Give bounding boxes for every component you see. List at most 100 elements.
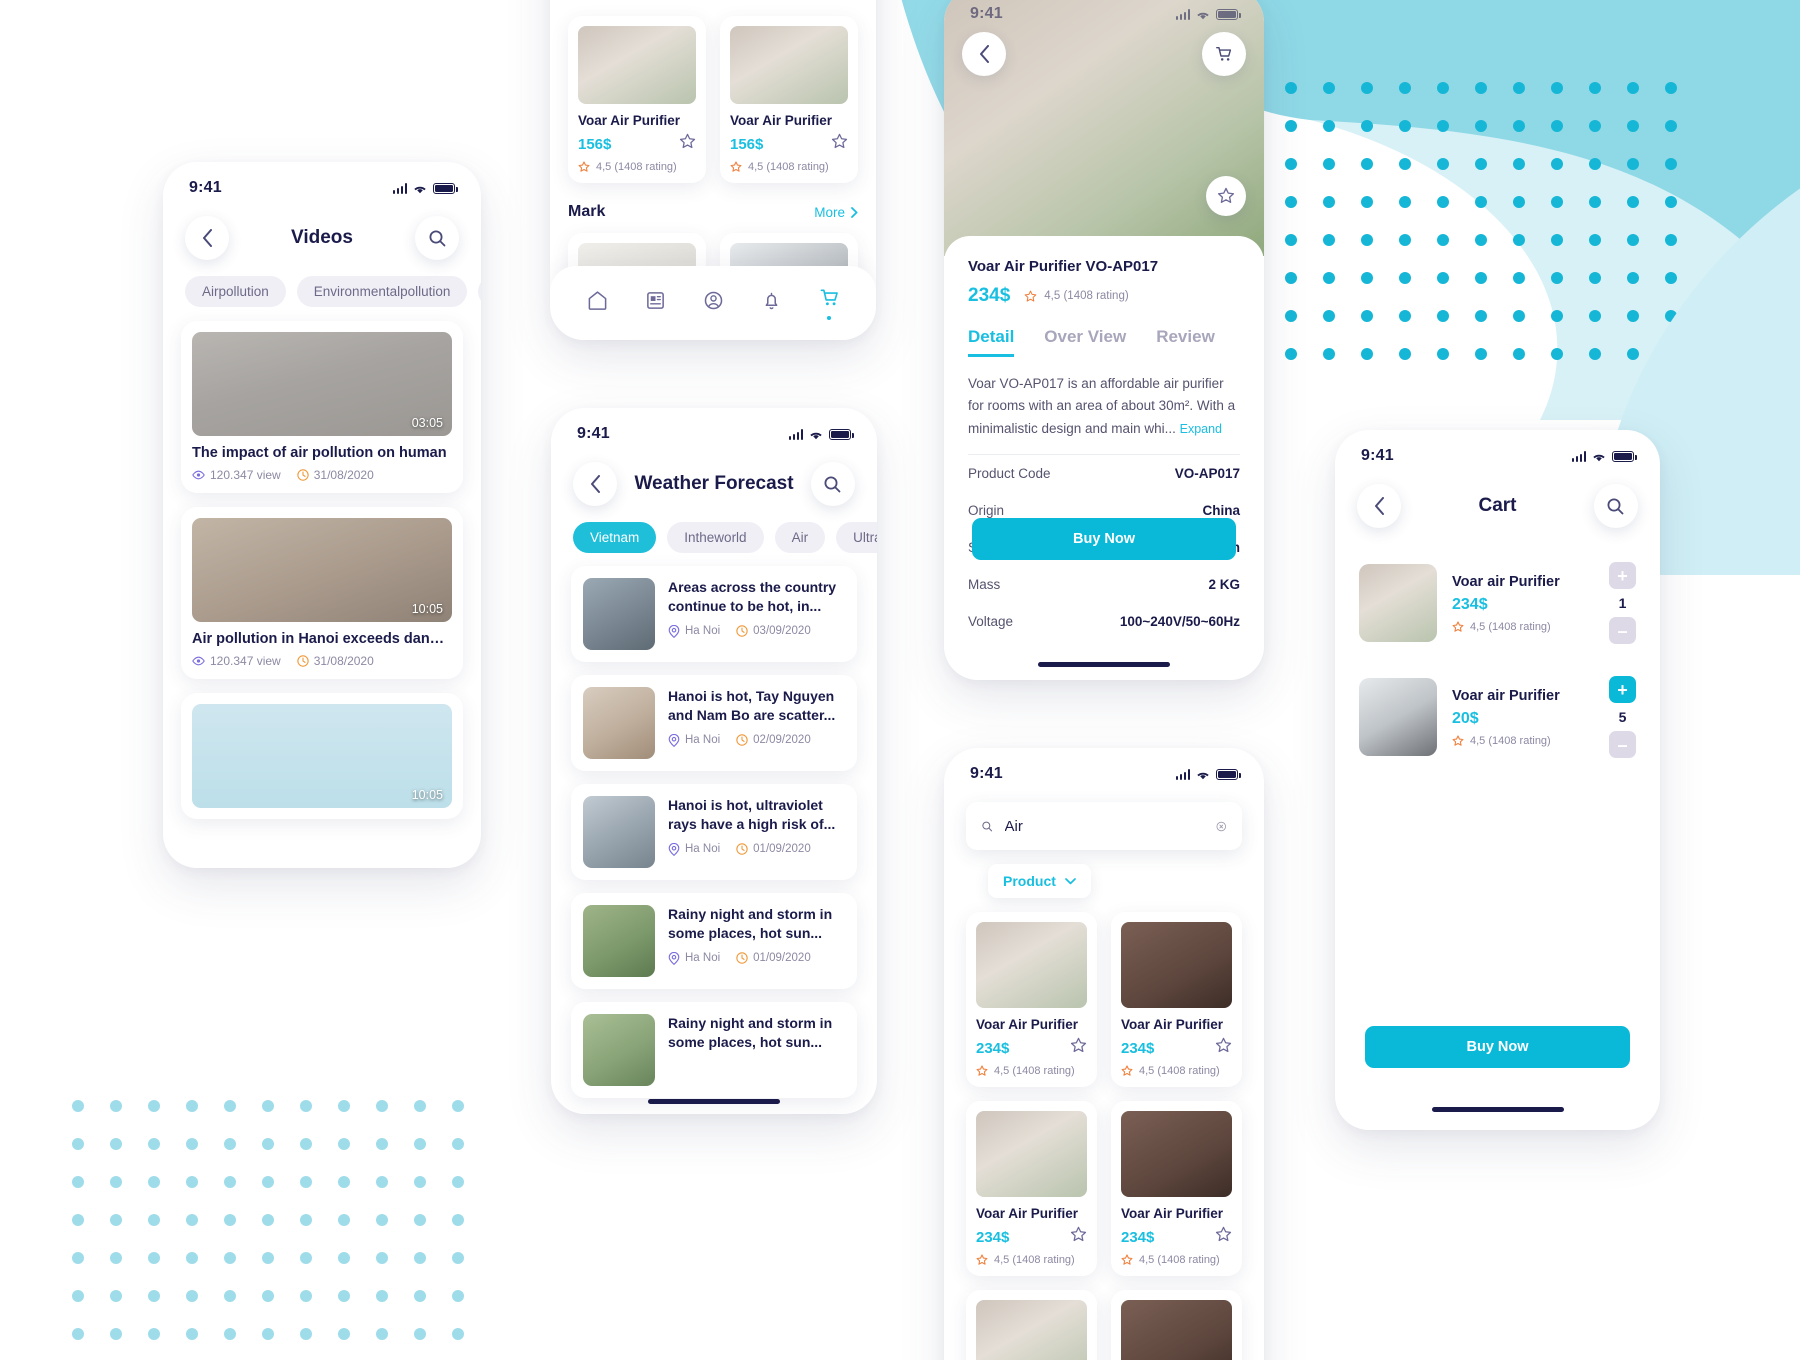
product-filter-dropdown[interactable]: Product [988,864,1091,898]
view-count: 120.347 view [192,654,281,668]
video-meta: 120.347 view 31/08/2020 [192,654,452,668]
more-link[interactable]: More [814,205,858,220]
news-card[interactable]: Rainy night and storm in some places, ho… [571,1002,857,1098]
chip-vietnam[interactable]: Vietnam [573,522,657,553]
video-card[interactable]: 10:05 Air pollution in Hanoi exceeds dan… [181,507,463,679]
decrease-quantity-button[interactable]: – [1609,617,1636,644]
cart-item-row: Voar air Purifier 20$ 4,5 (1408 rating) … [1335,660,1660,774]
tab-over-view[interactable]: Over View [1044,327,1126,357]
decor-dot [72,1252,84,1264]
search-bar[interactable] [966,802,1242,850]
news-card[interactable]: Rainy night and storm in some places, ho… [571,893,857,989]
favorite-icon[interactable] [1215,1037,1232,1059]
cart-button[interactable] [1202,32,1246,76]
favorite-button[interactable] [1206,176,1246,216]
spec-key: Product Code [968,465,1051,481]
decor-dot [148,1176,160,1188]
phone-videos-screen: 9:41 Videos Airpollution Environmentalpol… [163,162,481,868]
product-card[interactable]: Voar Air Purifier 234$ 4,5 (1408 rating) [966,1101,1097,1276]
product-card[interactable] [1111,1290,1242,1360]
favorite-icon[interactable] [1215,1226,1232,1248]
product-rating: 4,5 (1408 rating) [1024,290,1129,303]
favorite-icon[interactable] [679,133,696,155]
back-button[interactable] [185,216,229,260]
product-card[interactable] [966,1290,1097,1360]
news-date: 02/09/2020 [736,734,811,746]
expand-link[interactable]: Expand [1180,422,1222,436]
search-input[interactable] [1004,817,1204,835]
decor-dot [1475,272,1487,284]
phone-search-screen: 9:41 Product Voar Air Purifier [944,748,1264,1360]
star-outline-icon [976,1254,988,1265]
product-card[interactable]: Voar Air Purifier 234$ 4,5 (1408 rating) [966,912,1097,1087]
tab-home[interactable] [587,290,608,316]
favorite-icon[interactable] [831,133,848,155]
news-thumbnail [583,578,655,650]
decor-dot [1323,234,1335,246]
search-button[interactable] [1593,484,1638,528]
location-pin-icon [668,733,680,747]
star-outline-icon [1452,620,1464,632]
decrease-quantity-button[interactable]: – [1609,731,1636,758]
chip-air[interactable]: Air [774,522,826,553]
chip-h[interactable]: H [478,276,481,307]
status-icons [1175,8,1241,20]
decor-dot [1437,234,1449,246]
news-card[interactable]: Hanoi is hot, Tay Nguyen and Nam Bo are … [571,675,857,771]
increase-quantity-button[interactable]: + [1609,562,1636,589]
decor-dot [1551,234,1563,246]
product-card[interactable]: Voar Air Purifier 234$ 4,5 (1408 rating) [1111,1101,1242,1276]
back-button[interactable] [573,462,617,506]
decor-dot [376,1252,388,1264]
decor-dot [1323,82,1335,94]
video-card[interactable]: 03:05 The impact of air pollution on hum… [181,321,463,493]
back-button[interactable] [962,32,1006,76]
product-card[interactable]: Voar Air Purifier 234$ 4,5 (1408 rating) [1111,912,1242,1087]
video-card[interactable]: 10:05 [181,693,463,819]
close-circle-icon[interactable] [1216,818,1227,835]
decor-dot [1589,120,1601,132]
bottom-tab-bar[interactable] [550,266,876,340]
decor-dot [414,1328,426,1340]
increase-quantity-button[interactable]: + [1609,676,1636,703]
product-thumbnail [730,26,848,104]
decor-dot [186,1252,198,1264]
battery-icon [1612,450,1637,462]
chip-environmentalpollution[interactable]: Environmentalpollution [296,276,468,307]
tab-bell[interactable] [761,290,782,316]
decor-dot [376,1138,388,1150]
chip-intheworld[interactable]: Intheworld [667,522,764,553]
product-card[interactable]: Voar Air Purifier 156$ 4,5 (1408 rating) [568,16,706,183]
news-card[interactable]: Hanoi is hot, ultraviolet rays have a hi… [571,784,857,880]
decor-dot [186,1100,198,1112]
status-time: 9:41 [970,765,1003,782]
detail-tab-row[interactable]: Detail Over View Review [968,327,1240,357]
decor-dot [110,1176,122,1188]
search-button[interactable] [810,462,855,506]
decor-dot [1437,196,1449,208]
tab-profile[interactable] [703,290,724,316]
weather-chip-row[interactable]: Vietnam Intheworld Air Ultraviolet [551,516,877,553]
decor-dot [1285,272,1297,284]
tab-review[interactable]: Review [1156,327,1215,357]
cart-buy-now-button[interactable]: Buy Now [1365,1026,1630,1068]
favorite-icon[interactable] [1070,1226,1087,1248]
tab-news[interactable] [645,290,666,316]
chip-ultraviolet[interactable]: Ultraviolet [836,522,877,553]
tab-detail[interactable]: Detail [968,327,1015,357]
back-button[interactable] [1357,484,1401,528]
signal-icon [1175,8,1190,20]
product-card[interactable]: Voar Air Purifier 156$ 4,5 (1408 rating) [720,16,858,183]
news-card[interactable]: Areas across the country continue to be … [571,566,857,662]
home-icon [587,290,608,316]
decor-dot [1627,158,1639,170]
search-button[interactable] [415,216,459,260]
buy-now-button[interactable]: Buy Now [972,518,1236,560]
videos-chip-row[interactable]: Airpollution Environmentalpollution H [163,270,481,307]
chip-airpollution[interactable]: Airpollution [185,276,286,307]
tab-cart[interactable] [819,287,840,320]
cart-navbar: Cart [1335,468,1660,538]
quantity-value: 1 [1618,595,1627,611]
favorite-icon[interactable] [1070,1037,1087,1059]
mark-section-header: Mark More [568,203,858,221]
